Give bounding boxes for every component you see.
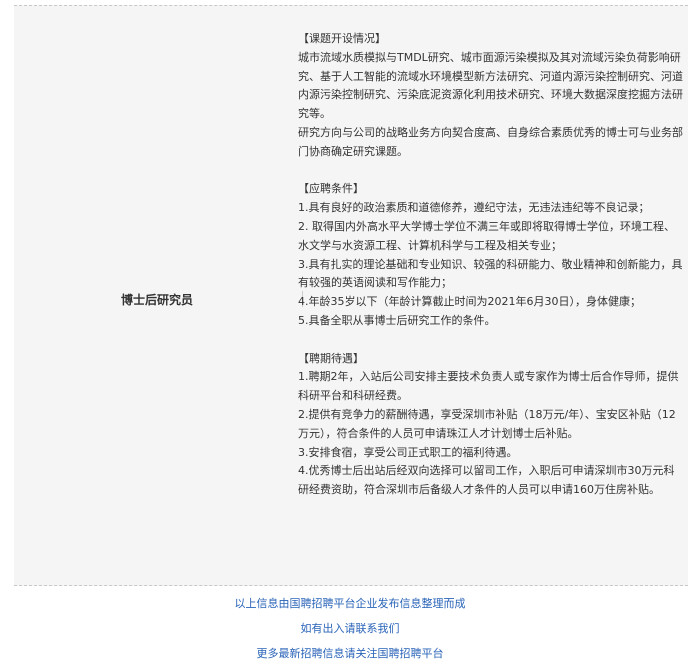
requirement-line: 2. 取得国内外高水平大学博士学位不满三年或即将取得博士学位，环境工程、水文学与… bbox=[298, 219, 675, 252]
section-gap bbox=[298, 162, 684, 181]
job-description: 【课题开设情况】 城市流域水质模拟与TMDL研究、城市面源污染模拟及其对流域污染… bbox=[298, 30, 684, 500]
footer-follow-link[interactable]: 更多最新招聘信息请关注国聘招聘平台 bbox=[0, 646, 700, 662]
requirement-line: 3.具有扎实的理论基础和专业知识、较强的科研能力、敬业精神和创新能力，具有较强的… bbox=[298, 257, 683, 290]
topics-line: 城市流域水质模拟与TMDL研究、城市面源污染模拟及其对流域污染负荷影响研究、基于… bbox=[298, 50, 683, 121]
benefit-line: 2.提供有竞争力的薪酬待遇，享受深圳市补贴（18万元/年）、宝安区补贴（12万元… bbox=[298, 407, 676, 440]
section-heading-requirements: 【应聘条件】 bbox=[298, 182, 364, 196]
position-title: 博士后研究员 bbox=[120, 293, 193, 307]
benefit-line: 3.安排食宿，享受公司正式职工的福利待遇。 bbox=[298, 445, 518, 459]
section-heading-benefits: 【聘期待遇】 bbox=[298, 351, 364, 365]
job-detail-card: 博士后研究员 【课题开设情况】 城市流域水质模拟与TMDL研究、城市面源污染模拟… bbox=[14, 5, 688, 586]
section-heading-topics: 【课题开设情况】 bbox=[298, 32, 386, 45]
requirement-line: 5.具备全职从事博士后研究工作的条件。 bbox=[298, 313, 496, 327]
requirement-line: 1.具有良好的政治素质和道德修养，遵纪守法，无违法违纪等不良记录； bbox=[298, 201, 650, 215]
benefit-line: 1.聘期2年，入站后公司安排主要技术负责人或专家作为博士后合作导师，提供科研平台… bbox=[298, 370, 679, 403]
footer-source-notice: 以上信息由国聘招聘平台企业发布信息整理而成 bbox=[234, 597, 466, 610]
topics-line: 研究方向与公司的战略业务方向契合度高、自身综合素质优秀的博士可与业务部门协商确定… bbox=[298, 125, 683, 158]
requirement-line: 4.年龄35岁以下（年龄计算截止时间为2021年6月30日），身体健康； bbox=[298, 295, 641, 309]
benefit-line: 4.优秀博士后出站后经双向选择可以留司工作，入职后可申请深圳市30万元科研经费资… bbox=[298, 464, 675, 497]
section-gap bbox=[298, 331, 684, 350]
footer-contact-link[interactable]: 如有出入请联系我们 bbox=[0, 621, 700, 637]
